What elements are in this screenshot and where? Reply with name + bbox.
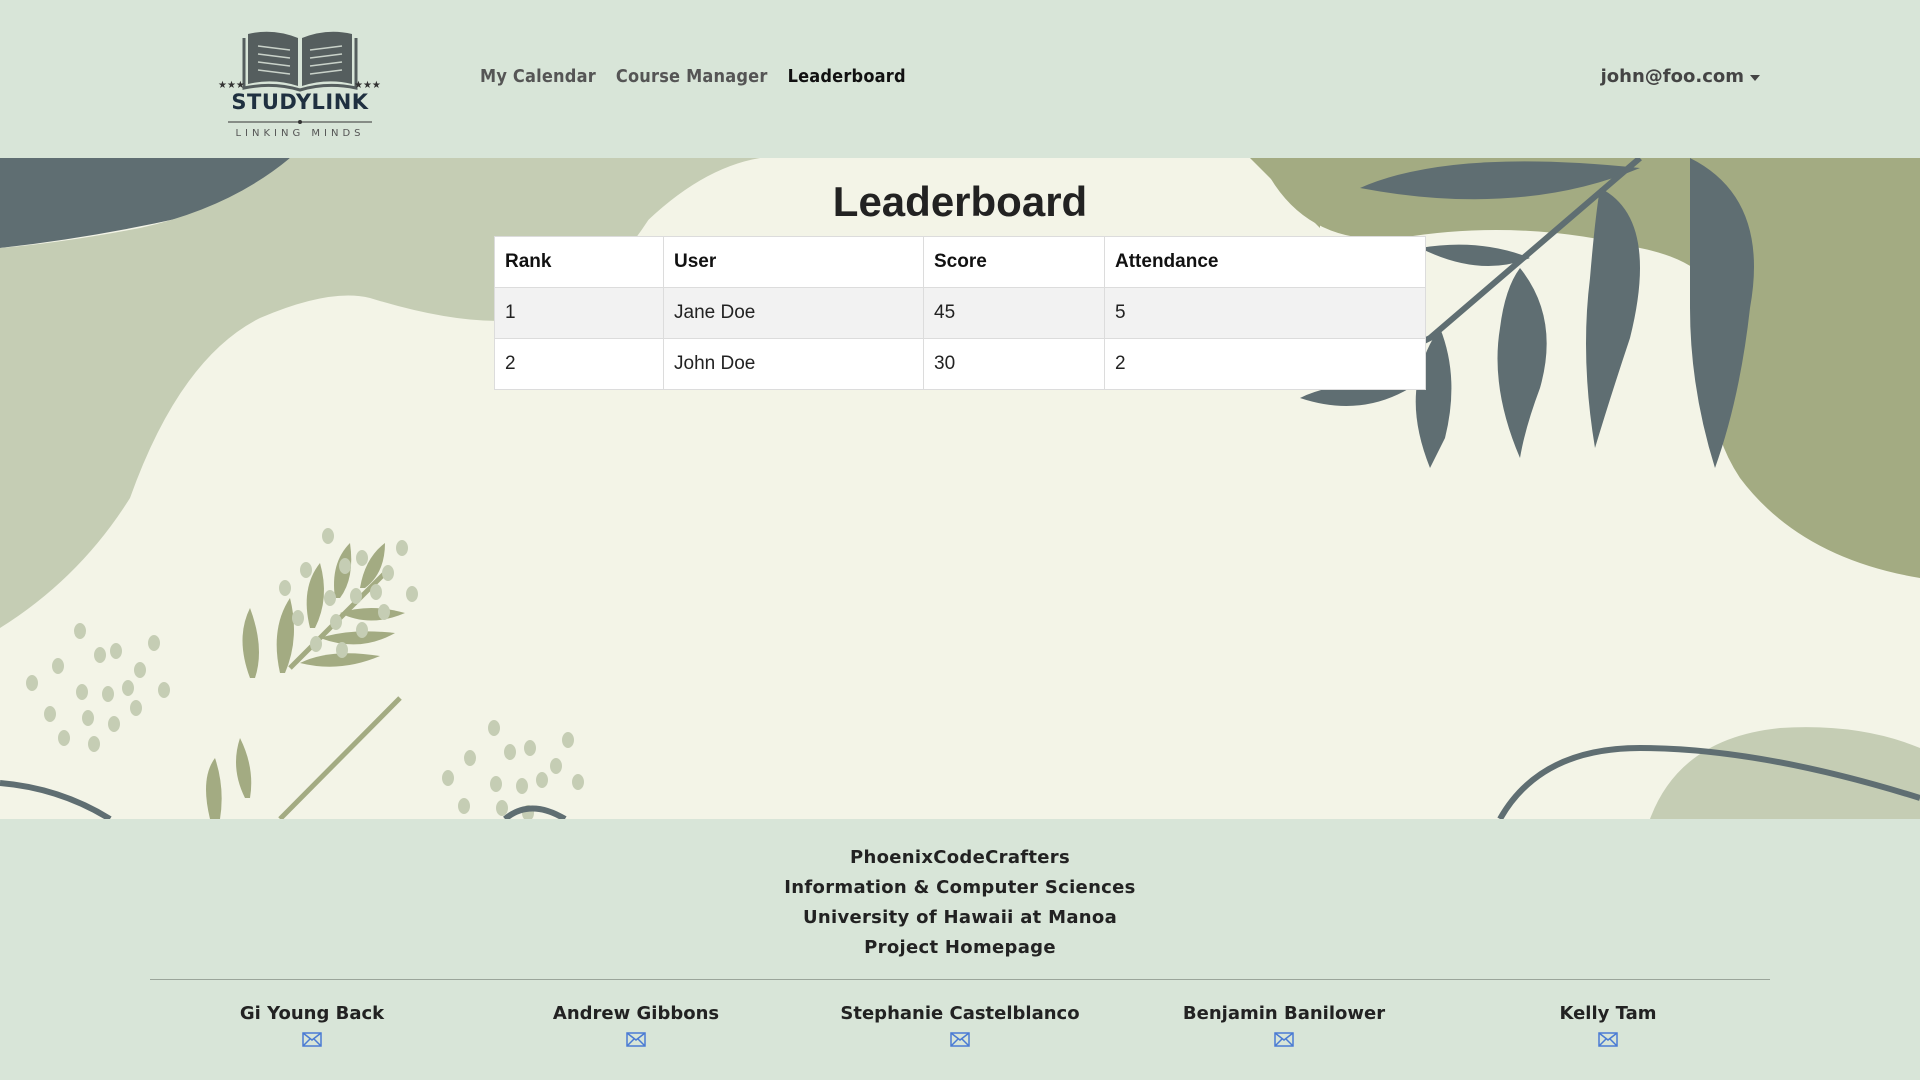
team-member: Benjamin Banilower <box>1122 1003 1446 1051</box>
member-name: Stephanie Castelblanco <box>840 1003 1080 1024</box>
footer-info: PhoenixCodeCrafters Information & Comput… <box>0 843 1920 963</box>
main-content: Leaderboard Rank User Score Attendance 1… <box>0 158 1920 819</box>
team-member: Stephanie Castelblanco <box>798 1003 1122 1051</box>
cell-score: 45 <box>923 287 1105 339</box>
navbar: ★★★ ★★★ STUDYLINK LINKING MINDS My Calen… <box>0 0 1920 158</box>
footer-divider <box>150 979 1770 980</box>
leaderboard-table: Rank User Score Attendance 1 Jane Doe 45… <box>494 236 1426 390</box>
member-name: Gi Young Back <box>239 1003 385 1024</box>
book-icon: ★★★ ★★★ <box>218 31 381 92</box>
mail-icon[interactable] <box>626 1032 646 1051</box>
header-score: Score <box>923 236 1105 288</box>
header-rank: Rank <box>494 236 664 288</box>
brand-logo[interactable]: ★★★ ★★★ STUDYLINK LINKING MINDS <box>218 28 382 144</box>
nav-my-calendar[interactable]: My Calendar <box>480 66 596 87</box>
page-title: Leaderboard <box>832 178 1088 225</box>
table-row: 2 John Doe 30 2 <box>494 338 1426 390</box>
member-name: Andrew Gibbons <box>552 1003 720 1024</box>
university: University of Hawaii at Manoa <box>802 907 1118 928</box>
project-homepage-link[interactable]: Project Homepage <box>0 933 1920 963</box>
team-member: Andrew Gibbons <box>474 1003 798 1051</box>
user-dropdown[interactable]: john@foo.com <box>1601 66 1760 87</box>
caret-down-icon <box>1750 74 1760 81</box>
member-name: Kelly Tam <box>1559 1003 1657 1024</box>
cell-attendance: 2 <box>1104 338 1426 390</box>
table-header-row: Rank User Score Attendance <box>494 236 1426 288</box>
brand-name: STUDYLINK <box>231 90 369 114</box>
mail-icon[interactable] <box>1598 1032 1618 1051</box>
cell-rank: 2 <box>494 338 664 390</box>
mail-icon[interactable] <box>950 1032 970 1051</box>
team-members: Gi Young Back Andrew Gibbons Stephanie C… <box>150 1003 1770 1051</box>
nav-course-manager[interactable]: Course Manager <box>616 66 768 87</box>
user-email: john@foo.com <box>1600 66 1744 87</box>
nav-links: My Calendar Course Manager Leaderboard <box>480 66 906 87</box>
cell-user: John Doe <box>663 338 924 390</box>
table-row: 1 Jane Doe 45 5 <box>494 287 1426 339</box>
nav-leaderboard[interactable]: Leaderboard <box>788 66 906 87</box>
divider-ornament <box>228 120 372 124</box>
cell-user: Jane Doe <box>663 287 924 339</box>
team-member: Gi Young Back <box>150 1003 474 1051</box>
department: Information & Computer Sciences <box>784 877 1136 898</box>
member-name: Benjamin Banilower <box>1182 1003 1386 1024</box>
cell-score: 30 <box>923 338 1105 390</box>
header-attendance: Attendance <box>1104 236 1426 288</box>
header-user: User <box>663 236 924 288</box>
team-member: Kelly Tam <box>1446 1003 1770 1051</box>
team-name: PhoenixCodeCrafters <box>849 847 1070 868</box>
brand-tagline: LINKING MINDS <box>235 128 365 139</box>
mail-icon[interactable] <box>302 1032 322 1051</box>
footer: PhoenixCodeCrafters Information & Comput… <box>0 819 1920 1080</box>
cell-attendance: 5 <box>1104 287 1426 339</box>
mail-icon[interactable] <box>1274 1032 1294 1051</box>
cell-rank: 1 <box>494 287 664 339</box>
